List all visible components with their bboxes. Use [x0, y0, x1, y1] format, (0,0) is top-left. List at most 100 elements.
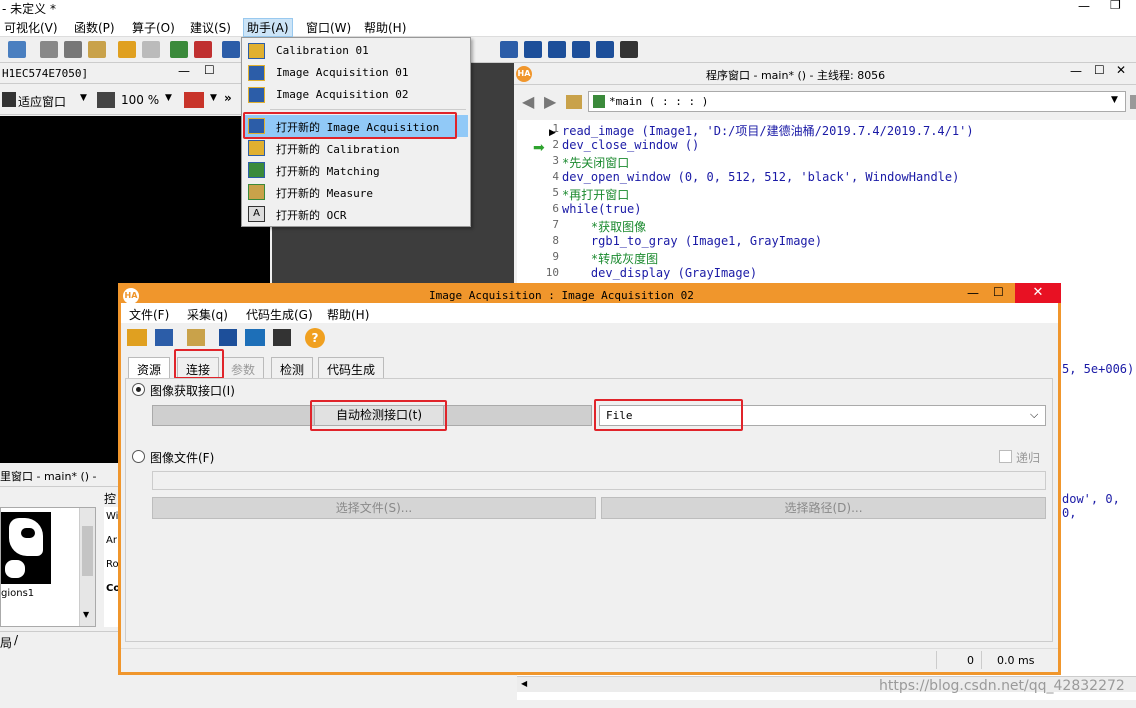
save-icon[interactable] — [155, 329, 173, 346]
procedure-select[interactable]: *main ( : : : ) ▼ — [588, 91, 1126, 112]
redo-icon[interactable] — [142, 41, 160, 58]
minimize-icon[interactable]: — — [178, 64, 190, 78]
ocr-icon[interactable] — [620, 41, 638, 58]
menu-suggestions[interactable]: 建议(S) — [190, 19, 231, 36]
tab-global[interactable]: 局 — [0, 634, 12, 651]
region-thumbnail[interactable] — [1, 512, 51, 584]
cut-icon[interactable] — [40, 41, 58, 58]
forward-icon[interactable]: ▶ — [544, 92, 556, 111]
menu-acquire[interactable]: 采集(q) — [187, 306, 228, 323]
close-icon[interactable]: ✕ — [1015, 283, 1061, 303]
chevron-down-icon[interactable]: ⌵ — [1030, 408, 1038, 422]
menu-operators[interactable]: 算子(O) — [132, 19, 175, 36]
select-path-button[interactable]: 选择路径(D)... — [601, 497, 1046, 519]
menu-help[interactable]: 帮助(H) — [364, 19, 406, 36]
maximize-icon[interactable]: ☐ — [993, 285, 1004, 299]
scrollbar[interactable]: ▼ — [79, 508, 95, 626]
chevron-down-icon[interactable]: ▼ — [165, 93, 172, 103]
zoom-mode-icon[interactable] — [97, 92, 115, 108]
menu-item-open-new-calibration[interactable]: 打开新的 Calibration — [244, 137, 468, 159]
minimize-icon[interactable]: — — [1078, 0, 1090, 13]
menu-window[interactable]: 窗口(W) — [306, 19, 351, 36]
feature-histogram-icon[interactable] — [572, 41, 590, 58]
radio-interface[interactable] — [132, 383, 145, 396]
dialog-toolbar: ? — [121, 323, 1058, 353]
menu-item-calibration-01[interactable]: Calibration 01 — [244, 40, 468, 62]
gray-histogram-icon[interactable] — [596, 41, 614, 58]
menu-functions[interactable]: 函数(P) — [74, 19, 115, 36]
code-line[interactable]: *获取图像 — [562, 218, 646, 235]
more-tools-icon[interactable]: » — [224, 91, 232, 105]
menu-item-image-acquisition-01[interactable]: Image Acquisition 01 — [244, 62, 468, 84]
tab-parameters[interactable]: 参数 — [222, 357, 265, 379]
tab-source[interactable]: 资源 — [128, 357, 171, 380]
menu-assistants[interactable]: 助手(A) — [243, 18, 293, 37]
file-path-input[interactable] — [152, 471, 1046, 490]
program-window-title: 程序窗口 - main* () - 主线程: 8056 — [706, 69, 886, 82]
close-icon[interactable]: ✕ — [1116, 63, 1126, 77]
line-profile-icon[interactable] — [548, 41, 566, 58]
maximize-icon[interactable]: ☐ — [204, 63, 215, 77]
menu-item-open-new-measure[interactable]: 打开新的 Measure — [244, 181, 468, 203]
iconic-variables: gions1 ▼ — [0, 507, 96, 627]
control-variables: Wi Ar Ro Co — [104, 507, 120, 627]
maximize-icon[interactable]: ☐ — [1094, 63, 1105, 77]
open-folder-icon[interactable] — [127, 329, 147, 346]
radio-image-file[interactable] — [132, 450, 145, 463]
fit-window-label[interactable]: 适应窗口 — [18, 93, 66, 110]
code-line[interactable]: dev_open_window (0, 0, 512, 512, 'black'… — [562, 170, 959, 184]
menu-item-image-acquisition-02[interactable]: Image Acquisition 02 — [244, 84, 468, 106]
copy-icon[interactable] — [64, 41, 82, 58]
histogram-icon[interactable] — [524, 41, 542, 58]
menu-item-open-new-matching[interactable]: 打开新的 Matching — [244, 159, 468, 181]
paste-icon[interactable] — [88, 41, 106, 58]
delete-icon[interactable] — [194, 41, 212, 58]
menu-code-generation[interactable]: 代码生成(G) — [246, 306, 313, 323]
zoom-icon[interactable] — [500, 41, 518, 58]
restore-icon[interactable]: ❐ — [1110, 0, 1121, 12]
chevron-down-icon[interactable]: ▼ — [1111, 95, 1118, 105]
select-file-button[interactable]: 选择文件(S)... — [152, 497, 596, 519]
connect-icon[interactable] — [219, 329, 237, 346]
variable-item[interactable]: Ar — [106, 535, 117, 546]
code-line[interactable]: rgb1_to_gray (Image1, GrayImage) — [562, 234, 822, 248]
code-line[interactable]: dev_close_window () — [562, 138, 699, 152]
insert-code-icon[interactable] — [187, 329, 205, 346]
back-icon[interactable]: ◀ — [522, 92, 534, 111]
code-line[interactable]: *再打开窗口 — [562, 186, 629, 203]
menu-file[interactable]: 文件(F) — [129, 306, 169, 323]
code-line[interactable]: read_image (Image1, 'D:/项目/建德油桶/2019.7.4… — [562, 122, 974, 139]
fit-window-icon[interactable] — [2, 92, 16, 107]
code-line[interactable]: while(true) — [562, 202, 641, 216]
help-icon[interactable]: ? — [305, 328, 325, 348]
variable-window: 里窗口 - main* () - 控 gions1 ▼ Wi Ar Ro Co … — [0, 463, 120, 708]
code-line[interactable]: *先关闭窗口 — [562, 154, 629, 171]
insert-icon[interactable] — [170, 41, 188, 58]
zoom-level[interactable]: 100 % — [121, 93, 159, 107]
menu-item-open-new-ocr[interactable]: A 打开新的 OCR — [244, 203, 468, 225]
minimize-icon[interactable]: — — [1070, 64, 1082, 78]
tab-code-generation[interactable]: 代码生成 — [318, 357, 385, 379]
assistant-icon[interactable] — [8, 41, 26, 58]
live-icon[interactable] — [273, 329, 291, 346]
tab-detect[interactable]: 检测 — [271, 357, 314, 379]
line-number: 1 — [552, 122, 559, 135]
chevron-down-icon[interactable]: ▼ — [80, 93, 87, 103]
recursive-checkbox[interactable] — [999, 450, 1012, 463]
undo-icon[interactable] — [118, 41, 136, 58]
variable-item[interactable]: Ro — [106, 559, 119, 570]
code-line[interactable]: *转成灰度图 — [562, 250, 658, 267]
binoculars-icon[interactable] — [222, 41, 240, 58]
halcon-logo-icon: HA — [516, 66, 532, 82]
edit-icon[interactable] — [1130, 95, 1136, 109]
draw-tool-icon[interactable] — [184, 92, 204, 108]
procedure-icon[interactable] — [566, 95, 582, 109]
minimize-icon[interactable]: — — [967, 286, 979, 300]
variable-item[interactable]: Wi — [106, 511, 118, 522]
snap-icon[interactable] — [245, 329, 265, 346]
code-line[interactable]: dev_display (GrayImage) — [562, 266, 757, 280]
menu-visualize[interactable]: 可视化(V) — [4, 19, 58, 36]
tab-control[interactable]: 控 — [104, 490, 116, 507]
menu-help[interactable]: 帮助(H) — [327, 306, 369, 323]
chevron-down-icon[interactable]: ▼ — [210, 93, 217, 103]
